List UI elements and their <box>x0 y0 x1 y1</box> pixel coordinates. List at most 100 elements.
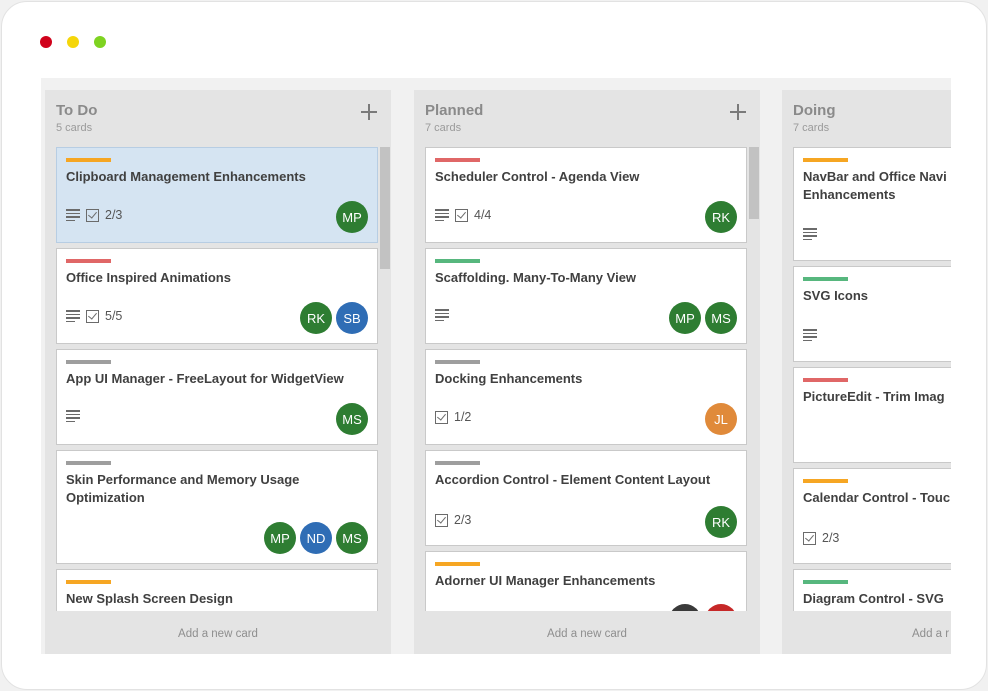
card[interactable]: Office Inspired Animations 5/5 RK SB <box>56 248 378 344</box>
avatar[interactable]: MP <box>336 201 368 233</box>
add-new-card-button[interactable]: Add a new card <box>414 628 760 640</box>
column-card-count: 5 cards <box>56 122 93 134</box>
add-card-plus-icon[interactable] <box>730 104 746 120</box>
checklist-icon <box>435 410 448 424</box>
column-planned: Planned 7 cards Scheduler Control - Agen… <box>414 90 760 654</box>
avatar[interactable]: ND <box>300 522 332 554</box>
avatar[interactable]: RK <box>705 201 737 233</box>
card-title: Office Inspired Animations <box>66 270 231 285</box>
kanban-board: To Do 5 cards Clipboard Management Enhan… <box>41 78 951 654</box>
scrollbar-thumb[interactable] <box>380 147 390 269</box>
card-color-stripe <box>435 461 480 465</box>
card-assignees: JL <box>705 403 737 435</box>
card-color-stripe <box>803 580 848 584</box>
checklist-icon <box>435 513 448 527</box>
card-meta: 1/2 <box>435 410 471 424</box>
card-assignees: MP ND MS <box>264 522 368 554</box>
card-title: Clipboard Management Enhancements <box>66 169 306 184</box>
card-meta: 2/3 <box>66 208 122 222</box>
column-card-count: 7 cards <box>793 122 830 134</box>
scrollbar-thumb[interactable] <box>749 147 759 219</box>
card-meta: 2/3 <box>803 531 839 545</box>
description-icon <box>66 310 80 322</box>
avatar[interactable]: MP <box>669 302 701 334</box>
card[interactable]: Scaffolding. Many-To-Many View MP MS <box>425 248 747 344</box>
checklist-progress: 2/3 <box>105 208 123 222</box>
avatar[interactable] <box>705 604 737 611</box>
card-assignees: MP MS <box>669 302 737 334</box>
avatar[interactable]: MP <box>264 522 296 554</box>
card-assignees: RK <box>705 201 737 233</box>
avatar[interactable]: MS <box>336 522 368 554</box>
card-assignees: RK <box>705 506 737 538</box>
card[interactable]: Accordion Control - Element Content Layo… <box>425 450 747 546</box>
card-list[interactable]: Scheduler Control - Agenda View 4/4 RK S… <box>425 147 760 611</box>
card-title: Accordion Control - Element Content Layo… <box>435 472 711 487</box>
card-meta <box>803 329 817 341</box>
column-to-do: To Do 5 cards Clipboard Management Enhan… <box>45 90 391 654</box>
card-title: Skin Performance and Memory Usage Optimi… <box>66 472 300 505</box>
card-meta: 5/5 <box>66 309 122 323</box>
card[interactable]: Calendar Control - Touc 2/3 <box>793 468 951 564</box>
minimize-window-button[interactable] <box>67 36 79 48</box>
checklist-progress: 1/2 <box>454 410 472 424</box>
card-title: New Splash Screen Design <box>66 591 233 606</box>
avatar[interactable]: MS <box>705 302 737 334</box>
card[interactable]: Clipboard Management Enhancements 2/3 MP <box>56 147 378 243</box>
checklist-progress: 2/3 <box>822 531 840 545</box>
card-color-stripe <box>435 360 480 364</box>
card-title: App UI Manager - FreeLayout for WidgetVi… <box>66 371 344 386</box>
checklist-icon <box>455 208 468 222</box>
card-color-stripe <box>803 158 848 162</box>
card-color-stripe <box>66 259 111 263</box>
column-header: Planned 7 cards <box>425 102 483 134</box>
card[interactable]: Skin Performance and Memory Usage Optimi… <box>56 450 378 564</box>
card-color-stripe <box>66 158 111 162</box>
avatar[interactable]: SB <box>336 302 368 334</box>
card[interactable]: SVG Icons <box>793 266 951 362</box>
column-doing: Doing 7 cards NavBar and Office Navi Enh… <box>782 90 951 654</box>
card-assignees: RK SB <box>300 302 368 334</box>
card-meta: 2/3 <box>435 513 471 527</box>
checklist-icon <box>86 309 99 323</box>
maximize-window-button[interactable] <box>94 36 106 48</box>
card-color-stripe <box>66 580 111 584</box>
column-title: To Do <box>56 102 98 119</box>
card-color-stripe <box>66 360 111 364</box>
card[interactable]: Docking Enhancements 1/2 JL <box>425 349 747 445</box>
avatar[interactable]: MS <box>336 403 368 435</box>
description-icon <box>435 309 449 321</box>
card[interactable]: App UI Manager - FreeLayout for WidgetVi… <box>56 349 378 445</box>
card[interactable]: Scheduler Control - Agenda View 4/4 RK <box>425 147 747 243</box>
avatar[interactable]: RK <box>300 302 332 334</box>
card[interactable]: PictureEdit - Trim Imag <box>793 367 951 463</box>
card-assignees: MP <box>336 201 368 233</box>
avatar[interactable]: JL <box>705 403 737 435</box>
card-list[interactable]: NavBar and Office Navi Enhancements SVG … <box>793 147 951 611</box>
card-title: NavBar and Office Navi Enhancements <box>803 169 947 202</box>
card-color-stripe <box>803 479 848 483</box>
card-list[interactable]: Clipboard Management Enhancements 2/3 MP… <box>56 147 391 611</box>
card-title: Adorner UI Manager Enhancements <box>435 573 656 588</box>
add-card-plus-icon[interactable] <box>361 104 377 120</box>
scrollbar[interactable] <box>380 147 390 611</box>
card[interactable]: Adorner UI Manager Enhancements <box>425 551 747 611</box>
card-assignees: MS <box>336 403 368 435</box>
description-icon <box>66 209 80 221</box>
avatar[interactable]: RK <box>705 506 737 538</box>
close-window-button[interactable] <box>40 36 52 48</box>
checklist-progress: 2/3 <box>454 513 472 527</box>
card-color-stripe <box>66 461 111 465</box>
card-title: SVG Icons <box>803 288 869 303</box>
add-new-card-button[interactable]: Add a new card <box>45 628 391 640</box>
avatar[interactable] <box>669 604 701 611</box>
card-meta <box>803 228 817 240</box>
card-color-stripe <box>803 378 848 382</box>
card[interactable]: Diagram Control - SVG <box>793 569 951 611</box>
scrollbar[interactable] <box>749 147 759 611</box>
card-title: Scheduler Control - Agenda View <box>435 169 640 184</box>
card[interactable]: New Splash Screen Design <box>56 569 378 611</box>
card[interactable]: NavBar and Office Navi Enhancements <box>793 147 951 261</box>
add-new-card-button[interactable]: Add a r <box>782 628 951 640</box>
card-color-stripe <box>435 562 480 566</box>
